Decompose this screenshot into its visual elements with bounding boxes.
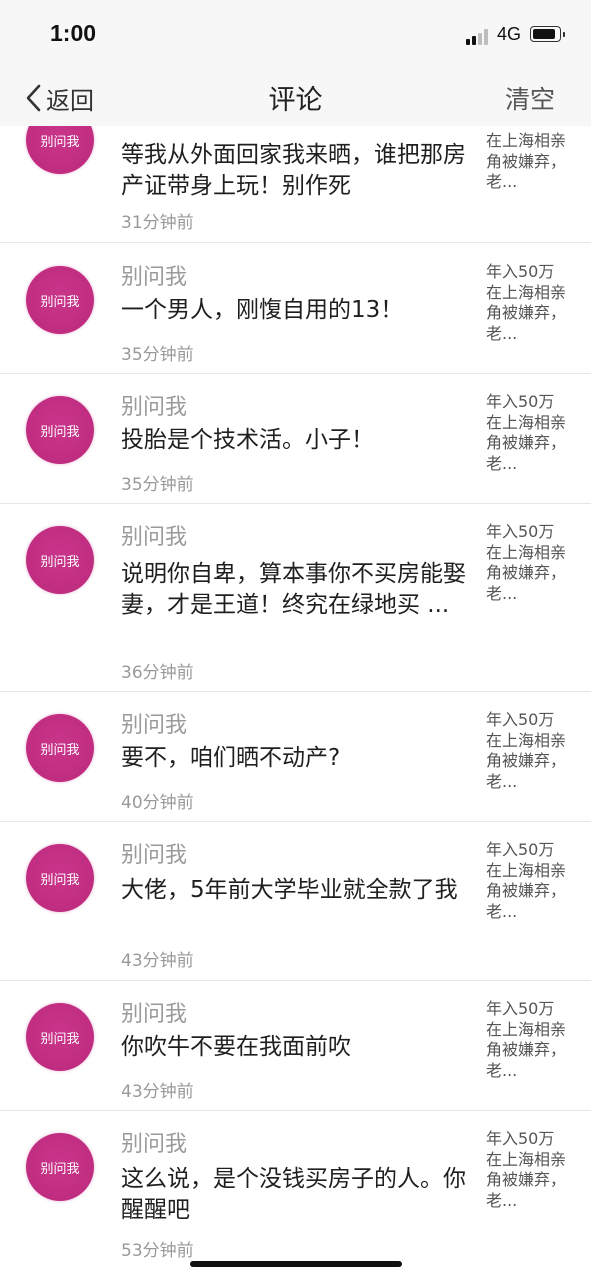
home-indicator[interactable] (190, 1261, 402, 1267)
article-title[interactable]: 年入50万在上海相亲角被嫌弃，老... (486, 1129, 568, 1211)
comment-row[interactable]: 别问我 别问我 说明你自卑，算本事你不买房能娶妻，才是王道！终究在绿地买 ...… (0, 504, 591, 692)
article-title[interactable]: 年入50万在上海相亲角被嫌弃，老... (486, 999, 568, 1081)
article-title[interactable]: 年入50万在上海相亲角被嫌弃，老... (486, 710, 568, 792)
comment-row[interactable]: 别问我 等我从外面回家我来晒，谁把那房产证带身上玩！别作死 31分钟前 在上海相… (0, 126, 591, 243)
comment-username: 别问我 (121, 1132, 188, 1157)
avatar[interactable]: 别问我 (26, 844, 94, 912)
comment-time: 53分钟前 (121, 1241, 194, 1261)
cellular-signal-icon (466, 27, 494, 45)
comment-row[interactable]: 别问我 别问我 这么说，是个没钱买房子的人。你醒醒吧 53分钟前 年入50万在上… (0, 1111, 591, 1279)
comment-text: 这么说，是个没钱买房子的人。你醒醒吧 (121, 1166, 466, 1223)
article-title[interactable]: 年入50万在上海相亲角被嫌弃，老... (486, 522, 568, 604)
article-title[interactable]: 年入50万在上海相亲角被嫌弃，老... (486, 392, 568, 474)
comment-text: 要不，咱们晒不动产? (121, 745, 341, 771)
navigation-bar: 返回 评论 清空 (0, 70, 591, 126)
comment-time: 35分钟前 (121, 475, 194, 495)
article-title[interactable]: 年入50万在上海相亲角被嫌弃，老... (486, 840, 568, 922)
comment-time: 43分钟前 (121, 951, 194, 971)
comment-text: 你吹牛不要在我面前吹 (121, 1034, 351, 1060)
comment-text: 大佬，5年前大学毕业就全款了我 (121, 877, 458, 903)
comment-username: 别问我 (121, 525, 188, 550)
status-bar: 1:00 4G (0, 0, 591, 70)
comment-time: 31分钟前 (121, 213, 194, 233)
avatar[interactable]: 别问我 (26, 396, 94, 464)
avatar[interactable]: 别问我 (26, 126, 94, 174)
avatar[interactable]: 别问我 (26, 526, 94, 594)
network-type: 4G (497, 24, 522, 44)
battery-icon (530, 26, 565, 42)
avatar[interactable]: 别问我 (26, 1133, 94, 1201)
article-title[interactable]: 年入50万在上海相亲角被嫌弃，老... (486, 262, 568, 344)
avatar[interactable]: 别问我 (26, 714, 94, 782)
comment-row[interactable]: 别问我 别问我 你吹牛不要在我面前吹 43分钟前 年入50万在上海相亲角被嫌弃，… (0, 981, 591, 1111)
comment-username: 别问我 (121, 843, 188, 868)
comment-text: 投胎是个技术活。小子！ (121, 427, 374, 453)
avatar[interactable]: 别问我 (26, 266, 94, 334)
page-title: 评论 (268, 85, 323, 116)
clear-button[interactable]: 清空 (505, 80, 555, 116)
article-title[interactable]: 在上海相亲角被嫌弃，老... (486, 131, 568, 193)
comment-row[interactable]: 别问我 别问我 要不，咱们晒不动产? 40分钟前 年入50万在上海相亲角被嫌弃，… (0, 692, 591, 822)
comment-time: 36分钟前 (121, 663, 194, 683)
comment-time: 35分钟前 (121, 345, 194, 365)
comment-row[interactable]: 别问我 别问我 投胎是个技术活。小子！ 35分钟前 年入50万在上海相亲角被嫌弃… (0, 374, 591, 504)
comment-row[interactable]: 别问我 别问我 一个男人，刚愎自用的13！ 35分钟前 年入50万在上海相亲角被… (0, 243, 591, 374)
comment-time: 43分钟前 (121, 1082, 194, 1102)
comment-text: 说明你自卑，算本事你不买房能娶妻，才是王道！终究在绿地买 ... (121, 561, 466, 618)
status-time: 1:00 (50, 20, 97, 46)
comment-text: 一个男人，刚愎自用的13！ (121, 297, 404, 323)
comment-text: 等我从外面回家我来晒，谁把那房产证带身上玩！别作死 (121, 142, 466, 199)
avatar[interactable]: 别问我 (26, 1003, 94, 1071)
comment-username: 别问我 (121, 1002, 188, 1027)
comment-username: 别问我 (121, 395, 188, 420)
comment-username: 别问我 (121, 713, 188, 738)
comment-time: 40分钟前 (121, 793, 194, 813)
comment-list[interactable]: 别问我 等我从外面回家我来晒，谁把那房产证带身上玩！别作死 31分钟前 在上海相… (0, 126, 591, 1279)
comment-username: 别问我 (121, 265, 188, 290)
comment-row[interactable]: 别问我 别问我 大佬，5年前大学毕业就全款了我 43分钟前 年入50万在上海相亲… (0, 822, 591, 981)
